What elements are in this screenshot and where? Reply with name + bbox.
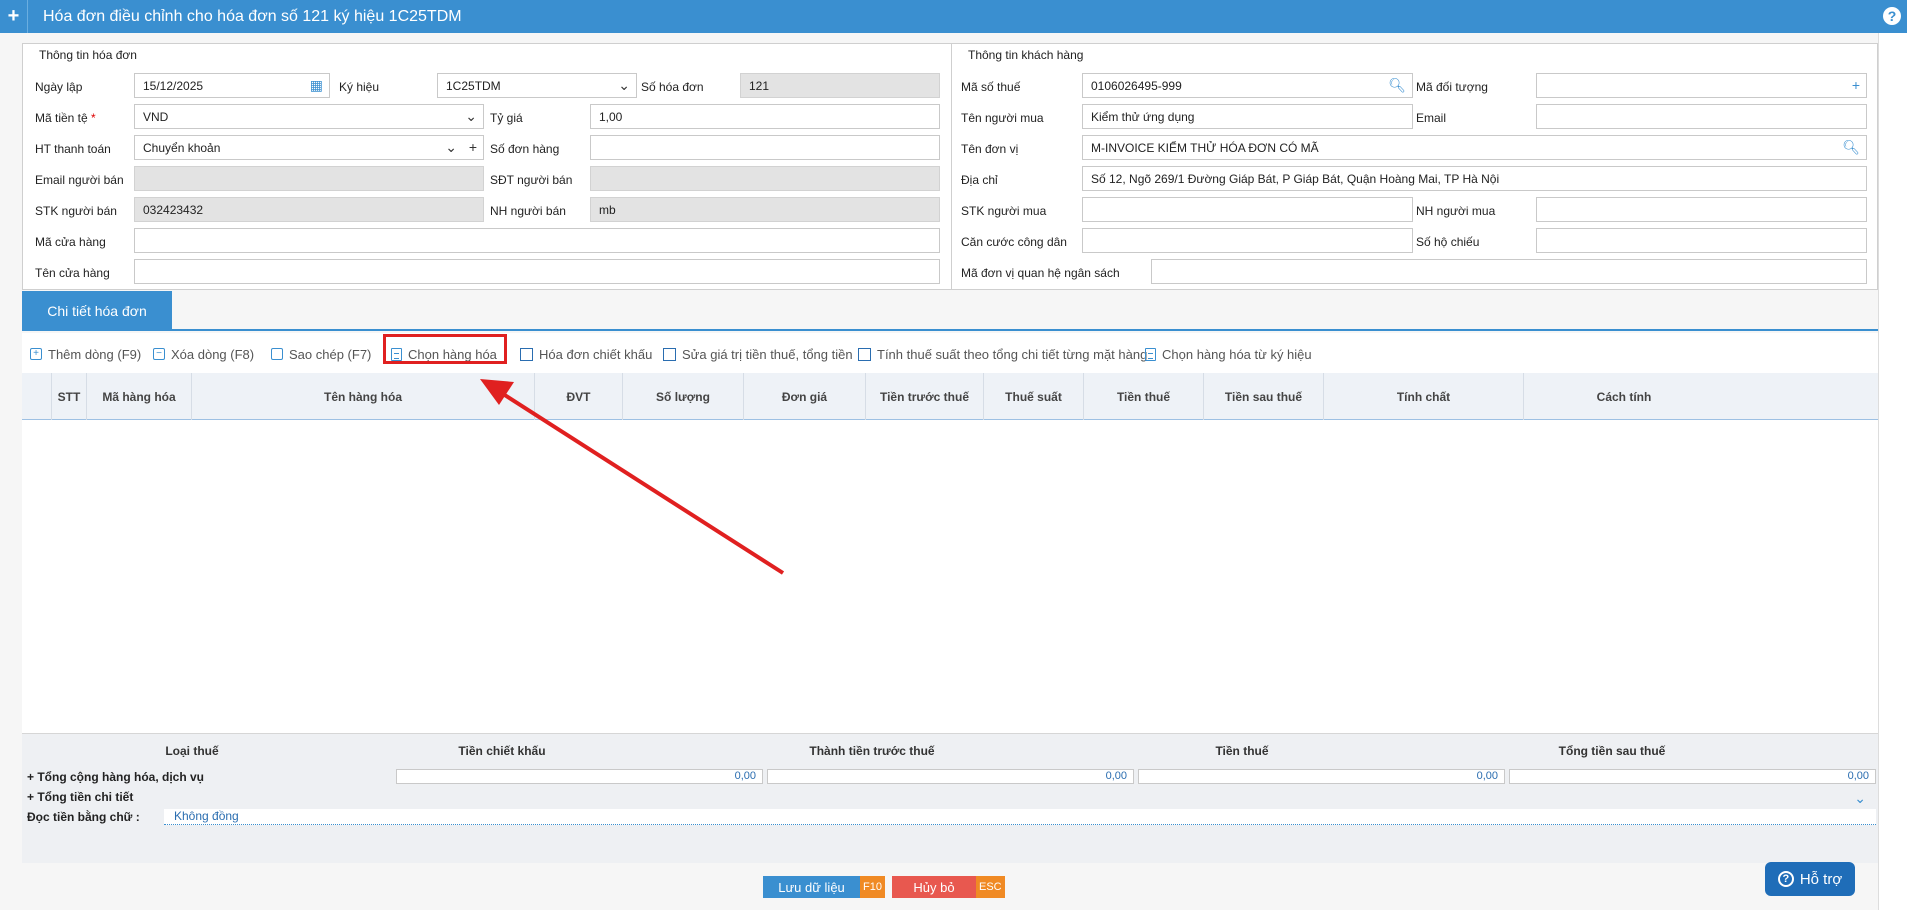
total-discount-value: 0,00 xyxy=(396,769,763,784)
summary-header-tien-thue: Tiền thuế xyxy=(1215,744,1269,758)
summary-header-loai-thue: Loại thuế xyxy=(165,744,219,758)
total-tax-value: 0,00 xyxy=(1138,769,1505,784)
total-goods-row-label[interactable]: + Tổng cộng hàng hóa, dịch vụ xyxy=(27,770,204,784)
summary-header-thanh-tien-truoc-thue: Thành tiền trước thuế xyxy=(809,744,935,758)
words-value: Không đồng xyxy=(164,809,1876,825)
total-detail-row-label[interactable]: + Tổng tiền chi tiết xyxy=(27,790,133,804)
save-label: Lưu dữ liệu xyxy=(763,876,860,898)
total-after-tax-value: 0,00 xyxy=(1509,769,1876,784)
summary-header-tien-chiet-khau: Tiền chiết khấu xyxy=(458,744,546,758)
support-label: Hỗ trợ xyxy=(1799,870,1843,888)
save-shortcut: F10 xyxy=(860,876,885,898)
save-button[interactable]: Lưu dữ liệu F10 xyxy=(763,876,885,898)
cancel-label: Hủy bỏ xyxy=(892,876,976,898)
cancel-button[interactable]: Hủy bỏ ESC xyxy=(892,876,1005,898)
words-label: Đọc tiền bằng chữ : xyxy=(27,810,140,824)
right-gutter xyxy=(1878,33,1907,910)
chevron-down-icon[interactable]: ⌄ xyxy=(1854,790,1866,807)
question-icon: ? xyxy=(1777,871,1794,887)
cancel-shortcut: ESC xyxy=(976,876,1005,898)
summary-panel: Loại thuế Tiền chiết khấu Thành tiền trư… xyxy=(22,733,1878,863)
total-before-tax-value: 0,00 xyxy=(767,769,1134,784)
summary-header-tong-tien-sau-thue: Tổng tiền sau thuế xyxy=(1558,744,1666,758)
invoice-adjustment-window: + Hóa đơn điều chỉnh cho hóa đơn số 121 … xyxy=(0,0,1907,910)
support-button[interactable]: ? Hỗ trợ xyxy=(1765,862,1855,896)
